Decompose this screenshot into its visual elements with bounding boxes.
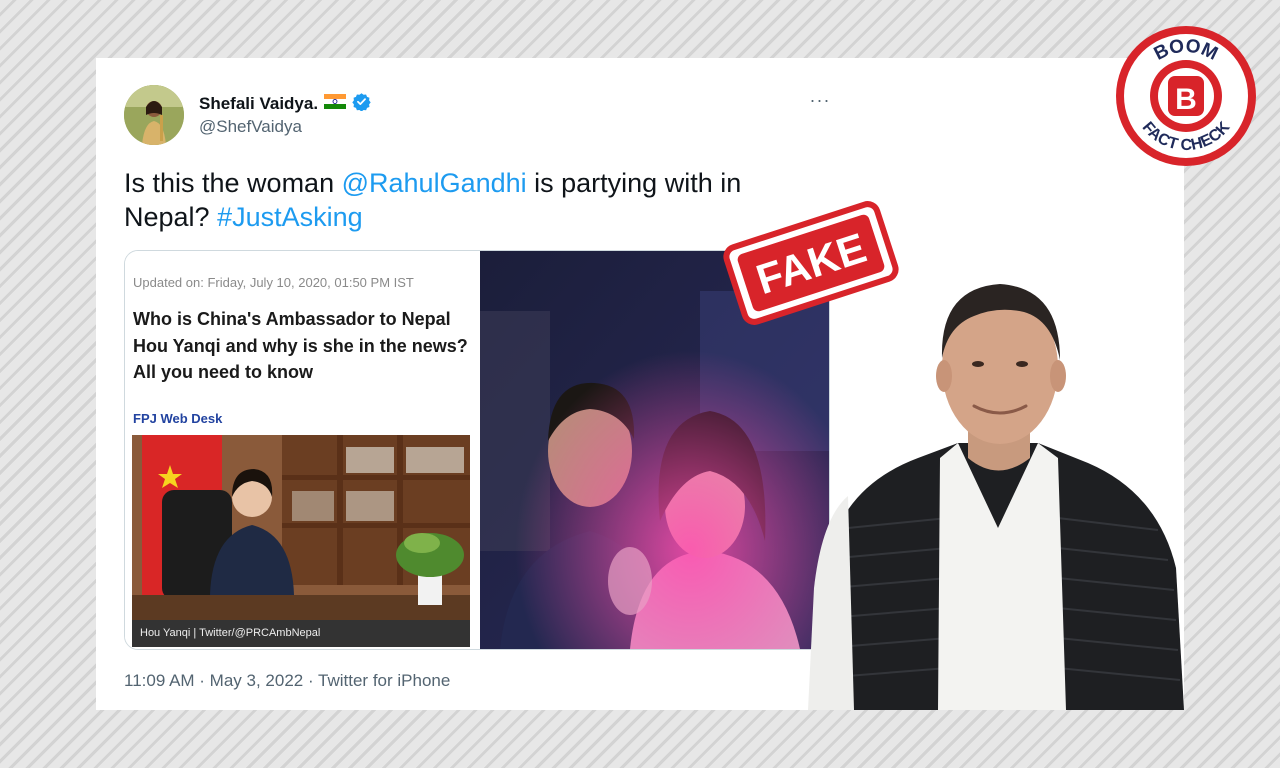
user-handle[interactable]: @ShefVaidya [199,117,302,137]
article-screenshot[interactable]: Updated on: Friday, July 10, 2020, 01:50… [125,251,479,649]
hashtag-link[interactable]: #JustAsking [217,202,363,232]
ambassador-photo [132,435,470,620]
boom-fact-check-logo: B BOOM FACT CHECK [1112,22,1260,170]
india-flag-icon [324,94,347,114]
tweet-text: Is this the woman @RahulGandhi is partyi… [124,166,804,234]
verified-badge-icon [352,92,371,116]
tweet-text-part1: Is this the woman [124,168,342,198]
mention-link[interactable]: @RahulGandhi [342,168,527,198]
article-headline: Who is China's Ambassador to Nepal Hou Y… [133,309,468,382]
article-byline: FPJ Web Desk [133,411,223,426]
more-options-button[interactable]: ··· [806,88,834,116]
tweet-timestamp[interactable]: 11:09 AM · May 3, 2022 · Twitter for iPh… [124,671,450,691]
person-photo [808,268,1186,710]
badge-letter: B [1175,83,1197,116]
display-name-row: Shefali Vaidya. [199,92,371,116]
display-name[interactable]: Shefali Vaidya. [199,94,318,114]
article-updated-date: Updated on: Friday, July 10, 2020, 01:50… [133,275,414,290]
photo-caption: Hou Yanqi | Twitter/@PRCAmbNepal [132,620,470,647]
avatar[interactable] [124,85,184,145]
